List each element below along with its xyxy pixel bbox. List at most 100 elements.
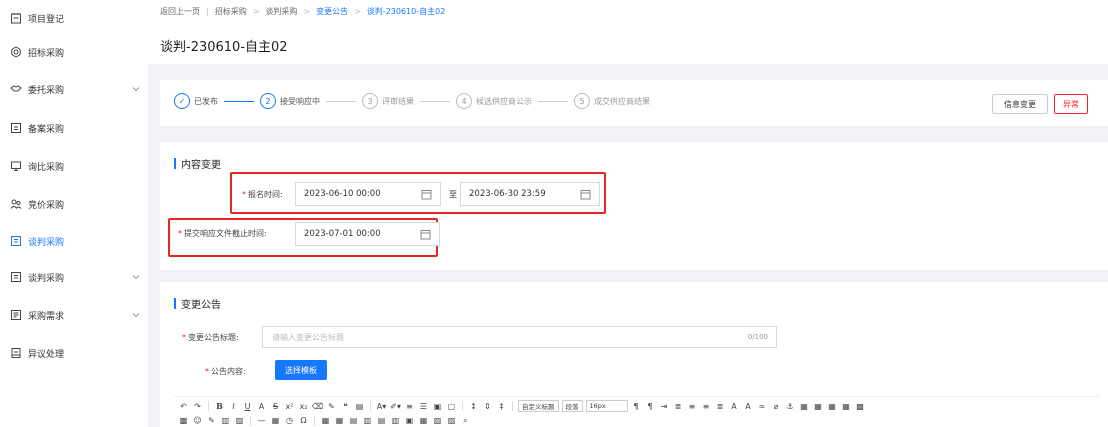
rich-text-toolbar: ↶ ↷ B I U A S x² x₂ ⌫ ✎ ❝ ▤ A▾ ✐▾ ≡ ☰ ▣ xyxy=(174,396,1099,427)
table-icon[interactable]: ▦ xyxy=(320,415,331,426)
image-left-icon[interactable]: ▦ xyxy=(799,401,810,412)
image-none-icon[interactable]: ▦ xyxy=(841,401,852,412)
breadcrumb-item[interactable]: 招标采购 xyxy=(215,6,247,17)
redo-icon[interactable]: ↷ xyxy=(192,401,203,412)
align-left-icon[interactable]: ≣ xyxy=(673,401,684,412)
format-brush-icon[interactable]: ✎ xyxy=(326,401,337,412)
line-height-icon[interactable]: ⇕ xyxy=(482,401,493,412)
font-increase-icon[interactable]: A xyxy=(729,401,740,412)
split-cells-icon[interactable]: ▦ xyxy=(418,415,429,426)
subscript-icon[interactable]: x₂ xyxy=(298,401,309,412)
content-change-card: 内容变更 * 报名时间: 2023-06-10 00:00 至 2023-06-3… xyxy=(160,142,1108,270)
sidebar-item-objection[interactable]: 异议处理 xyxy=(0,335,148,371)
paragraph-select[interactable]: 段落 xyxy=(561,400,583,412)
align-center-icon[interactable]: ≡ xyxy=(687,401,698,412)
strikethrough-icon[interactable]: S xyxy=(270,401,281,412)
anchor-icon[interactable]: ⚓ xyxy=(785,401,796,412)
unlink-icon[interactable]: ⌀ xyxy=(771,401,782,412)
section-title-text: 内容变更 xyxy=(181,160,221,171)
bold-icon[interactable]: B xyxy=(214,401,225,412)
underline-icon[interactable]: U xyxy=(242,401,253,412)
font-size-select[interactable]: 16px xyxy=(585,400,628,412)
scrawl-icon[interactable]: ✎ xyxy=(206,415,217,426)
breadcrumb-separator: > xyxy=(303,7,311,16)
italic-icon[interactable]: I xyxy=(228,401,239,412)
align-right-icon[interactable]: ≡ xyxy=(701,401,712,412)
time-icon[interactable]: ◷ xyxy=(284,415,295,426)
rtl-icon[interactable]: ¶ xyxy=(645,401,656,412)
paste-icon[interactable]: ▤ xyxy=(354,401,365,412)
info-change-button[interactable]: 信息变更 xyxy=(992,94,1048,114)
justify-icon[interactable]: ≣ xyxy=(715,401,726,412)
abnormal-button[interactable]: 异常 xyxy=(1054,94,1088,114)
font-border-icon[interactable]: A xyxy=(256,401,267,412)
indent-icon[interactable]: ⇥ xyxy=(659,401,670,412)
preview-icon[interactable]: ▨ xyxy=(446,415,457,426)
ltr-icon[interactable]: ¶ xyxy=(631,401,642,412)
quote-icon[interactable]: ❝ xyxy=(340,401,351,412)
special-chars-icon[interactable]: Ω xyxy=(298,415,309,426)
step-review: 3 评审结果 xyxy=(362,93,414,109)
deadline-input[interactable]: 2023-07-01 00:00 xyxy=(295,222,440,246)
delete-col-icon[interactable]: ▥ xyxy=(390,415,401,426)
search-replace-icon[interactable]: ⌕ xyxy=(460,415,471,426)
step-candidate: 4 候选供应商公示 xyxy=(456,93,532,109)
insert-col-icon[interactable]: ▥ xyxy=(362,415,373,426)
signup-end-input[interactable]: 2023-06-30 23:59 xyxy=(460,182,600,206)
clear-doc-icon[interactable]: ▢ xyxy=(446,401,457,412)
select-all-icon[interactable]: ▣ xyxy=(432,401,443,412)
sidebar-item-project-register[interactable]: 项目登记 xyxy=(0,0,148,36)
sidebar-item-filing[interactable]: 备案采购 xyxy=(0,110,148,146)
file-icon xyxy=(10,347,22,359)
sidebar-item-bidding[interactable]: 竞价采购 xyxy=(0,186,148,222)
undo-icon[interactable]: ↶ xyxy=(178,401,189,412)
select-template-button[interactable]: 选择模板 xyxy=(275,360,327,380)
chevron-down-icon xyxy=(132,87,140,92)
sidebar-item-negotiation[interactable]: 谈判采购 xyxy=(0,259,148,295)
superscript-icon[interactable]: x² xyxy=(284,401,295,412)
change-notice-card: 变更公告 * 变更公告标题: 请输入变更公告标题 0/100 * 公告内容: 选择模… xyxy=(160,282,1108,427)
signup-start-input[interactable]: 2023-06-10 00:00 xyxy=(295,182,441,206)
date-icon[interactable]: ▦ xyxy=(270,415,281,426)
merge-cells-icon[interactable]: ▣ xyxy=(404,415,415,426)
attachment-icon[interactable]: ▥ xyxy=(220,415,231,426)
ordered-list-icon[interactable]: ≡ xyxy=(404,401,415,412)
step-label: 已发布 xyxy=(194,96,218,106)
monitor-icon xyxy=(10,160,22,172)
font-decrease-icon[interactable]: A xyxy=(743,401,754,412)
sidebar-item-demand[interactable]: 采购需求 xyxy=(0,297,148,333)
image-right-icon[interactable]: ▦ xyxy=(827,401,838,412)
paragraph-spacing-icon[interactable]: ‡ xyxy=(496,401,507,412)
breadcrumb-back-link[interactable]: 返回上一页 xyxy=(160,6,200,17)
row-spacing-icon[interactable]: ↕ xyxy=(468,401,479,412)
horizontal-rule-icon[interactable]: — xyxy=(256,415,267,426)
template-icon[interactable]: ▧ xyxy=(234,415,245,426)
sidebar-item-negotiation-active[interactable]: 谈判采购 xyxy=(0,223,148,259)
picture-icon[interactable]: ▩ xyxy=(178,415,189,426)
breadcrumb-item[interactable]: 谈判采购 xyxy=(265,6,297,17)
highlight-icon[interactable]: ✐▾ xyxy=(390,401,401,412)
delete-row-icon[interactable]: ▤ xyxy=(376,415,387,426)
image-center-icon[interactable]: ▦ xyxy=(813,401,824,412)
unordered-list-icon[interactable]: ☰ xyxy=(418,401,429,412)
image-icon[interactable]: ▩ xyxy=(855,401,866,412)
link-icon[interactable]: ∞ xyxy=(757,401,768,412)
sidebar-item-tender[interactable]: 招标采购 xyxy=(0,34,148,70)
print-icon[interactable]: ▨ xyxy=(432,415,443,426)
font-color-icon[interactable]: A▾ xyxy=(376,401,387,412)
custom-heading-select[interactable]: 自定义标题 xyxy=(518,400,559,412)
notice-title-input[interactable]: 请输入变更公告标题 0/100 xyxy=(262,326,777,348)
eraser-icon[interactable]: ⌫ xyxy=(312,401,323,412)
main-content: 返回上一页 | 招标采购 > 谈判采购 > 变更公告 > 谈判-230610-自… xyxy=(148,0,1108,427)
step-number: 2 xyxy=(260,93,276,109)
emoji-icon[interactable]: ☺ xyxy=(192,415,203,426)
sidebar-item-label: 谈判采购 xyxy=(28,273,65,284)
step-label: 评审结果 xyxy=(382,96,414,106)
sidebar-item-inquiry[interactable]: 询比采购 xyxy=(0,148,148,184)
deadline-label: * 提交响应文件截止时间: xyxy=(178,229,267,238)
delete-table-icon[interactable]: ▦ xyxy=(334,415,345,426)
sidebar-item-entrust[interactable]: 委托采购 xyxy=(0,71,148,107)
insert-row-icon[interactable]: ▤ xyxy=(348,415,359,426)
archive-icon xyxy=(10,122,22,134)
breadcrumb-item[interactable]: 变更公告 xyxy=(316,6,348,17)
